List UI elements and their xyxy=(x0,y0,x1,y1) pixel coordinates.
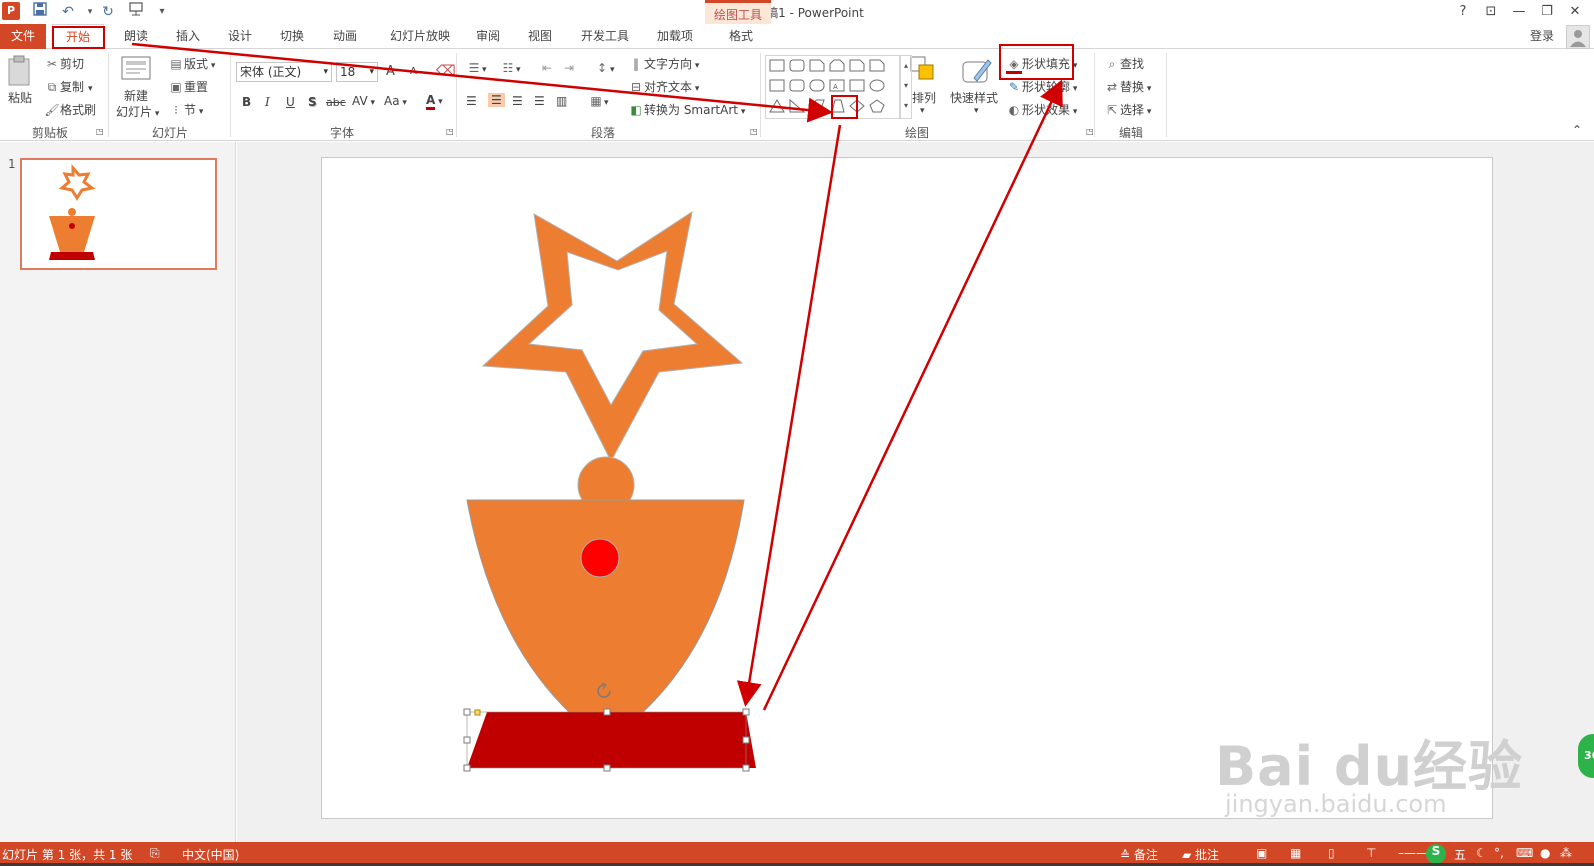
ime-grid-icon[interactable]: ⁂ xyxy=(1560,846,1572,860)
spellcheck-icon[interactable]: ⎘ xyxy=(150,846,160,861)
comment-icon: ▰ xyxy=(1182,848,1196,862)
ime-keyboard-icon[interactable]: ⌨ xyxy=(1516,846,1533,860)
slide-sorter-icon[interactable]: ▦ xyxy=(1290,846,1301,860)
language-status[interactable]: 中文(中国) xyxy=(182,846,239,863)
comments-button[interactable]: ▰ 批注 xyxy=(1182,846,1219,863)
ime-user-icon[interactable]: ● xyxy=(1540,846,1550,860)
slide-count-status: 幻灯片 第 1 张，共 1 张 xyxy=(2,848,133,862)
floating-360-badge[interactable]: 36 xyxy=(1578,734,1594,778)
slideshow-view-icon[interactable]: ⊤ xyxy=(1366,846,1376,860)
notes-icon: ≙ xyxy=(1120,848,1134,862)
baidu-watermark-url: jingyan.baidu.com xyxy=(1225,790,1447,818)
ime-wubi-icon[interactable]: 五 xyxy=(1454,846,1466,863)
notes-button[interactable]: ≙ 备注 xyxy=(1120,846,1158,863)
ime-sogou-icon[interactable]: S xyxy=(1426,844,1446,864)
normal-view-icon[interactable]: ▣ xyxy=(1256,846,1267,860)
ime-punct-icon[interactable]: °, xyxy=(1494,846,1504,860)
ime-moon-icon[interactable]: ☾ xyxy=(1476,846,1487,860)
zoom-slider[interactable]: –—— xyxy=(1398,846,1428,860)
reading-view-icon[interactable]: ▯ xyxy=(1328,846,1335,860)
